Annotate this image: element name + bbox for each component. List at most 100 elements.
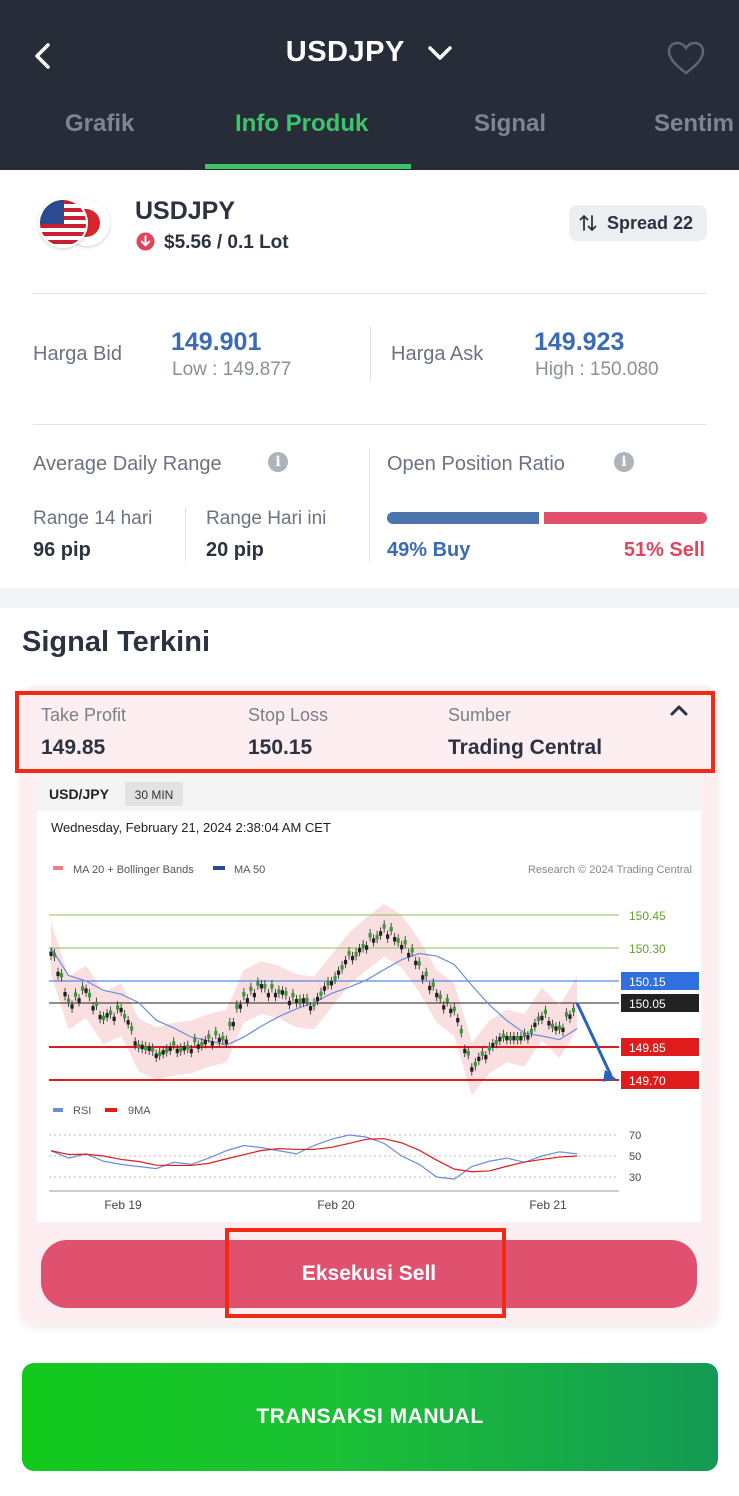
candle-body — [172, 1041, 176, 1046]
candle-body — [365, 945, 369, 950]
candle-body — [445, 998, 449, 1003]
candle-body — [540, 1015, 544, 1021]
rsi-line — [50, 1134, 578, 1180]
candle-body — [84, 988, 88, 993]
candle-body — [417, 961, 421, 966]
candle-body — [361, 944, 365, 949]
legend-9ma: 9MA — [128, 1105, 151, 1117]
candle-body — [224, 1039, 228, 1044]
title-selector[interactable]: USDJPY — [0, 36, 739, 69]
manual-transaction-button[interactable]: TRANSAKSI MANUAL — [22, 1363, 718, 1471]
candle-body — [568, 1014, 572, 1019]
candle-body — [140, 1044, 144, 1050]
range-today-value: 20 pip — [206, 539, 264, 561]
divider — [370, 326, 371, 382]
candle-body — [249, 986, 253, 992]
legend-ma50: MA 50 — [234, 864, 265, 876]
legend-swatch-rsi — [53, 1108, 63, 1112]
tab-grafik[interactable]: Grafik — [65, 110, 134, 138]
candle-body — [277, 989, 281, 994]
price-level-label: 150.30 — [629, 942, 666, 956]
candle-body — [259, 984, 263, 989]
candle-body — [235, 1004, 239, 1009]
price-level-label: 149.85 — [629, 1041, 666, 1055]
x-tick-label: Feb 21 — [529, 1198, 567, 1212]
candle-body — [547, 1021, 551, 1026]
candle-body — [382, 924, 386, 929]
candle-body — [301, 998, 306, 1003]
candle-body — [501, 1033, 505, 1039]
candle-body — [123, 1014, 127, 1019]
candle-body — [102, 1015, 106, 1021]
candle-body — [137, 1043, 141, 1049]
tab-info-produk[interactable]: Info Produk — [235, 110, 368, 138]
candle-body — [112, 1016, 116, 1022]
candle-body — [442, 1005, 446, 1010]
chart-timestamp: Wednesday, February 21, 2024 2:38:04 AM … — [51, 820, 331, 835]
candle-body — [189, 1048, 193, 1054]
page-title: USDJPY — [285, 36, 405, 68]
info-icon[interactable]: i — [614, 452, 634, 472]
candle-body — [379, 931, 383, 936]
candle-body — [403, 940, 407, 945]
candle-body — [396, 938, 400, 943]
candle-body — [505, 1036, 509, 1041]
candle-body — [182, 1046, 186, 1051]
candle-body — [543, 1009, 548, 1014]
divider — [33, 424, 707, 425]
swap-vertical-icon — [579, 215, 597, 231]
candle-body — [564, 1012, 569, 1017]
candle-body — [305, 997, 309, 1003]
candle-body — [336, 970, 341, 975]
tab-sentimen[interactable]: Sentim — [654, 110, 734, 138]
candle-body — [280, 990, 285, 995]
candle-body — [571, 1007, 576, 1013]
bid-value: 149.901 — [171, 328, 262, 356]
chart-credit: Research © 2024 Trading Central — [528, 864, 692, 876]
candle-body — [550, 1023, 555, 1029]
favorite-heart-icon[interactable] — [666, 40, 706, 76]
legend-rsi: RSI — [73, 1105, 91, 1117]
divider — [33, 293, 707, 294]
candle-body — [473, 1061, 477, 1067]
info-icon[interactable]: i — [268, 452, 288, 472]
candle-body — [52, 952, 57, 958]
rsi-tick-label: 50 — [629, 1151, 641, 1163]
candle-body — [407, 952, 411, 958]
price-plot-area: 150.45 150.30 150.15 150.05 149.85 149.70 — [49, 904, 699, 1096]
chevron-down-icon — [428, 45, 452, 60]
candle-body — [73, 992, 78, 997]
candle-body — [133, 1041, 137, 1046]
candle-body — [130, 1026, 134, 1031]
candle-body — [98, 1014, 102, 1020]
candle-body — [144, 1045, 148, 1051]
candle-body — [508, 1036, 512, 1041]
legend-swatch-9ma — [105, 1108, 117, 1112]
candle-body — [354, 951, 358, 957]
range14-label: Range 14 hari — [33, 508, 153, 529]
candle-body — [536, 1016, 541, 1022]
candle-body — [522, 1032, 526, 1037]
tab-bar: Grafik Info Produk Signal Sentim — [0, 100, 739, 170]
candle-body — [263, 984, 267, 989]
chart-svg: USD/JPY 30 MIN Wednesday, February 21, 2… — [37, 775, 701, 1212]
candle-body — [168, 1046, 172, 1051]
candle-body — [217, 1037, 221, 1043]
candle-body — [158, 1051, 162, 1057]
candle-body — [273, 992, 278, 998]
candle-body — [94, 1001, 99, 1007]
rsi-plot-area: 70 50 30 — [49, 1130, 641, 1184]
candle-body — [287, 1000, 292, 1006]
x-tick-label: Feb 20 — [317, 1198, 355, 1212]
rsi-tick-label: 30 — [629, 1172, 641, 1184]
candle-body — [456, 1017, 460, 1023]
tab-signal[interactable]: Signal — [474, 110, 546, 138]
candle-body — [333, 975, 337, 981]
candle-body — [196, 1044, 200, 1049]
candle-body — [459, 1028, 463, 1034]
candle-body — [109, 1010, 113, 1015]
candle-body — [350, 955, 355, 961]
candle-body — [200, 1042, 204, 1047]
candle-body — [343, 959, 348, 965]
signal-chart: USD/JPY 30 MIN Wednesday, February 21, 2… — [37, 775, 701, 1222]
